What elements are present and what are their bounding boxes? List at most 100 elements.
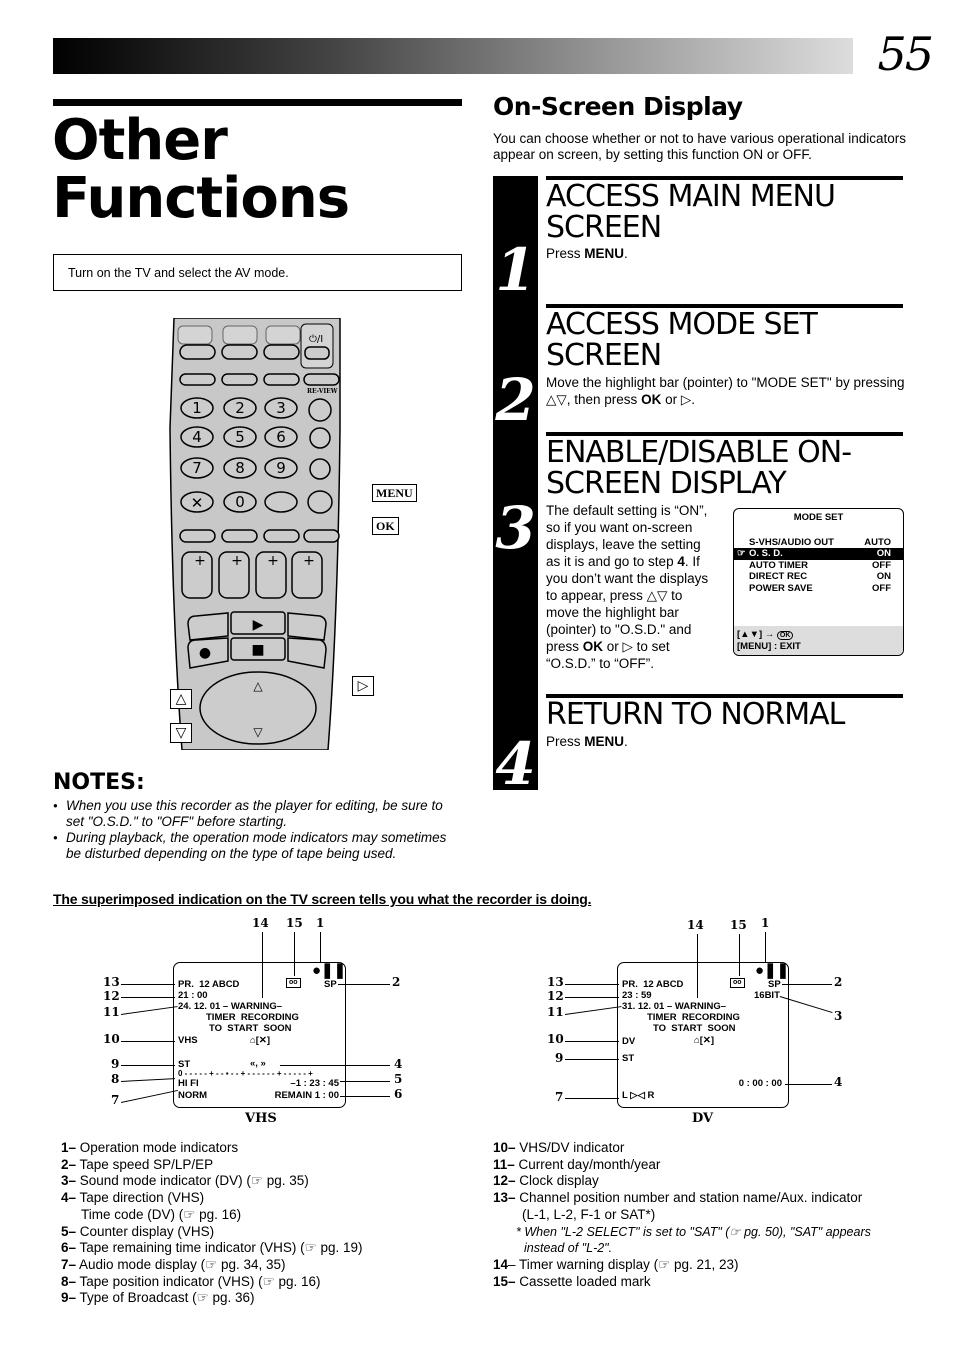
step-text-part: . [624,734,628,749]
row-label: S-VHS/AUDIO OUT [749,536,834,548]
svg-text:3: 3 [276,399,286,417]
record-pause-icon: ●❚❚ [312,962,347,979]
leader-line [565,984,619,985]
leader-line [280,1065,390,1066]
svg-text:1: 1 [192,399,202,417]
step-4-number: 4 [495,730,536,798]
leader-line [739,934,740,976]
osd-screen-vhs: ●❚❚ PR. 12 ABCD oo SP 21 : 00 24. 12. 01… [173,962,346,1108]
page-title-line-2: Functions [52,166,350,231]
header-gradient-bar [53,38,853,74]
note-item: During playback, the operation mode indi… [53,830,463,862]
callout-number: 10 [103,1032,120,1046]
osd-warning-line-2: TIMER RECORDING [647,1012,740,1023]
leader-line [565,1098,619,1099]
legend-item-continued: (L-1, L-2, F-1 or SAT*) [493,1207,913,1224]
leader-line [121,1065,175,1066]
leader-line [765,932,766,962]
page-number: 55 [877,27,934,81]
leader-line [340,1081,390,1082]
legend-item: 12– Clock display [493,1173,913,1190]
step-1-number: 1 [495,236,536,304]
osd-timecode: 0 : 00 : 00 [738,1078,782,1089]
osd-clock: 23 : 59 [622,990,652,1001]
timer-icon: ⌂[✕] [694,1035,715,1046]
callout-number: 11 [103,1005,120,1019]
menu-button-callout: MENU [372,484,417,502]
osd-mode: DV [622,1036,636,1047]
step-3-number: 3 [495,494,536,562]
osd-channel: PR. 12 ABCD [622,979,684,990]
leader-line [262,932,263,998]
cassette-icon: oo [286,978,301,988]
svg-text:+: + [231,553,243,569]
page-title: Other Functions [52,112,462,228]
legend-item: 10– VHS/DV indicator [493,1140,913,1157]
leader-line [121,1006,178,1015]
ok-key-label: OK [582,639,604,654]
legend-text: Clock display [515,1173,599,1189]
osd-mode: VHS [178,1035,198,1046]
legend-num: 15– [493,1273,516,1289]
callout-number: 4 [394,1057,403,1071]
legend-item: 5– Counter display (VHS) [61,1224,471,1241]
cassette-icon: oo [730,978,745,988]
leader-line [565,1006,622,1015]
leader-line [782,984,832,985]
row-value: ON [876,571,891,582]
svg-text:▽: ▽ [253,725,263,739]
row-value: OFF [872,559,891,571]
leader-line [121,1041,175,1042]
step-1-title: ACCESS MAIN MENU SCREEN [546,179,836,245]
callout-number: 7 [111,1093,120,1107]
osd-audio: L ▷◁ R [622,1090,655,1101]
legend-item: 3– Sound mode indicator (DV) (☞ pg. 35) [61,1173,471,1190]
step-4-text: Press MENU. [546,733,628,750]
callout-number: 14 [687,918,704,932]
title-rule [53,99,462,106]
legend-text: Tape speed SP/LP/EP [76,1156,214,1172]
mode-set-row-selected: ☞ O. S. D. ON [734,548,903,560]
osd-date-warning: 24. 12. 01 – WARNING– [178,1001,283,1012]
osd-clock: 21 : 00 [178,990,208,1001]
svg-text:6: 6 [276,428,286,446]
up-arrow-callout: △ [170,689,192,709]
callout-number: 14 [252,916,269,930]
callout-number: 5 [394,1072,403,1086]
svg-text:■: ■ [251,642,264,658]
svg-text:0: 0 [235,493,245,511]
mode-set-row: AUTO TIMER OFF [734,560,903,572]
mode-set-title: MODE SET [793,512,844,523]
callout-number: 4 [834,1075,843,1089]
svg-text:4: 4 [192,428,202,446]
osd-broadcast: ST [622,1053,635,1064]
legend-num: 8– [61,1273,77,1289]
osd-channel: PR. 12 ABCD [178,979,240,990]
step-text-part: or ▷. [661,392,695,407]
osd-warning-line-3: TO START SOON [209,1023,292,1034]
ok-icon: OK [776,631,794,640]
legend-text: Sound mode indicator (DV) (☞ pg. 35) [76,1173,309,1189]
legend-left: 1– Operation mode indicators 2– Tape spe… [61,1140,471,1307]
down-arrow-callout: ▽ [170,723,192,743]
callout-number: 3 [834,1009,843,1023]
step-2-number: 2 [495,366,536,434]
footer-nav-hint: [▲▼] → [737,629,775,640]
osd-speed: SP [324,979,337,990]
record-pause-icon: ●❚❚ [755,962,790,979]
row-value: OFF [872,582,891,594]
row-label: O. S. D. [749,548,783,559]
timer-icon: ⌂[✕] [250,1035,271,1046]
svg-text:✕: ✕ [191,494,204,512]
section-title: On-Screen Display [493,92,743,121]
callout-number: 2 [392,975,401,989]
leader-line [121,1089,178,1103]
legend-text: – Timer warning display (☞ pg. 21, 23) [508,1256,739,1272]
legend-num: 6– [61,1240,77,1256]
legend-item: 1– Operation mode indicators [61,1140,471,1157]
section-intro: You can choose whether or not to have va… [493,131,907,162]
callout-number: 15 [730,918,747,932]
mode-set-screen: MODE SET S-VHS/AUDIO OUT AUTO ☞ O. S. D. ON… [733,508,904,656]
legend-num: 5– [61,1223,77,1239]
legend-text: Type of Broadcast (☞ pg. 36) [76,1290,255,1306]
